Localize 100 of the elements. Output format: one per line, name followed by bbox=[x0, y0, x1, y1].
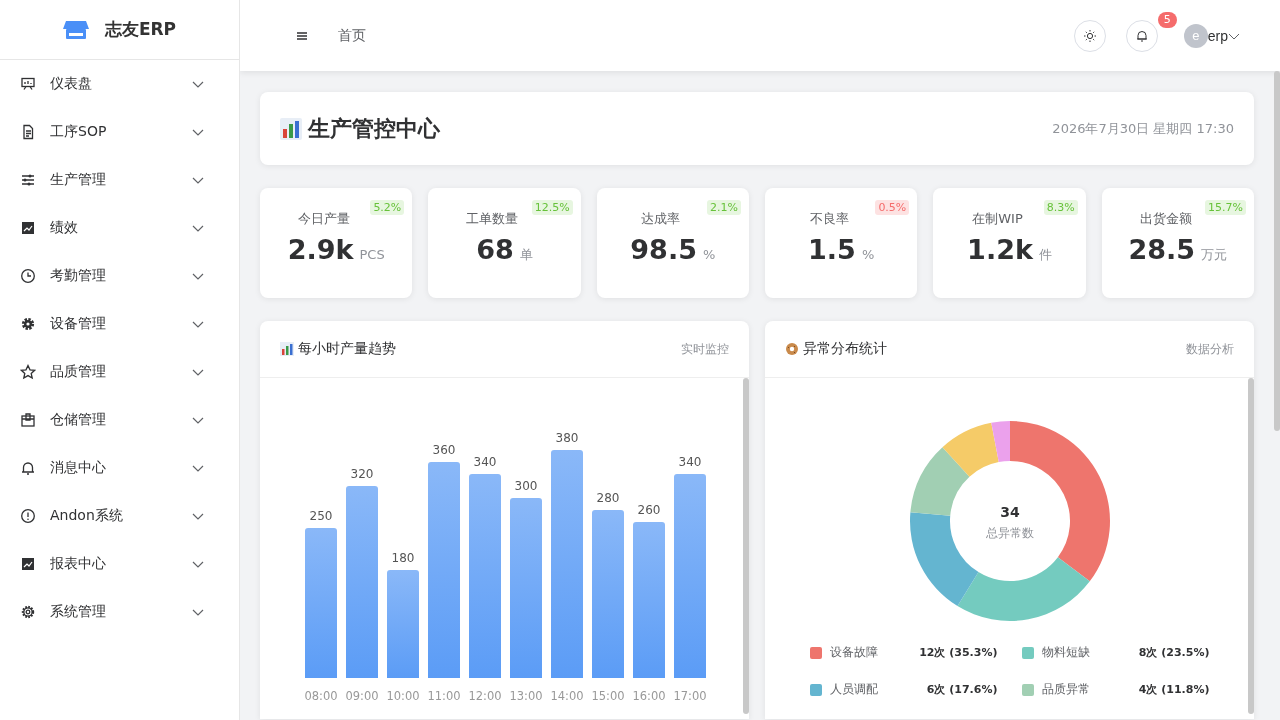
theme-button[interactable] bbox=[1073, 19, 1106, 52]
kpi-value: 98.5 bbox=[630, 234, 697, 265]
axis-label: 17:00 bbox=[672, 689, 707, 703]
axis-label: 08:00 bbox=[303, 689, 338, 703]
kpi-value: 68 bbox=[476, 234, 514, 265]
axis-label: 12:00 bbox=[467, 689, 502, 703]
bar-value-label: 380 bbox=[555, 431, 578, 445]
kpi-label: 出货金额 bbox=[1139, 210, 1192, 228]
menu-item[interactable]: 绩效 bbox=[0, 204, 239, 252]
axis-label: 16:00 bbox=[631, 689, 666, 703]
menu-item[interactable]: 考勤管理 bbox=[0, 252, 239, 300]
total-value: 34 bbox=[999, 504, 1020, 520]
panel-title: 异常分布统计 bbox=[803, 340, 888, 358]
menu-item[interactable]: 消息中心 bbox=[0, 444, 239, 492]
bar-value-label: 340 bbox=[678, 455, 701, 469]
axis-label: 09:00 bbox=[344, 689, 379, 703]
bell-icon bbox=[20, 460, 36, 476]
kpi-value: 1.5 bbox=[808, 234, 856, 265]
donut-icon bbox=[785, 342, 799, 356]
bar-chart-icon bbox=[280, 117, 302, 140]
bar-chart-icon bbox=[280, 342, 294, 356]
user-menu[interactable]: e erp bbox=[1183, 23, 1240, 48]
star-icon bbox=[20, 364, 36, 380]
axis-label: 10:00 bbox=[385, 689, 420, 703]
kpi-unit: PCS bbox=[359, 247, 385, 262]
legend-label: 品质异常 bbox=[1041, 681, 1091, 698]
notification-button[interactable] bbox=[1125, 19, 1158, 52]
axis-label: 13:00 bbox=[508, 689, 543, 703]
kpi-label: 工单数量 bbox=[466, 210, 519, 228]
menu-item[interactable]: 系统管理 bbox=[0, 588, 239, 636]
legend-count: 8次 (23.5%) bbox=[1138, 645, 1210, 660]
notification-badge: 5 bbox=[1157, 11, 1177, 28]
page-title: 生产管控中心 bbox=[308, 114, 441, 143]
kpi-value: 28.5 bbox=[1128, 234, 1196, 265]
menu-item[interactable]: Andon系统 bbox=[0, 492, 239, 540]
bar-value-label: 320 bbox=[350, 467, 373, 481]
bar-value-label: 360 bbox=[432, 443, 455, 457]
legend-label: 人员调配 bbox=[829, 681, 879, 698]
scrollbar[interactable] bbox=[743, 378, 749, 714]
avatar: e bbox=[1183, 23, 1208, 48]
settings-icon bbox=[20, 604, 36, 620]
change-badge: 15.7% bbox=[1205, 200, 1246, 215]
box-icon bbox=[20, 412, 36, 428]
menu-item[interactable]: 品质管理 bbox=[0, 348, 239, 396]
sliders-icon bbox=[20, 172, 36, 188]
menu-item[interactable]: 仓储管理 bbox=[0, 396, 239, 444]
total-label: 总异常数 bbox=[985, 526, 1034, 540]
legend-label: 物料短缺 bbox=[1041, 644, 1091, 661]
axis-label: 15:00 bbox=[590, 689, 625, 703]
bar-value-label: 300 bbox=[514, 479, 537, 493]
kpi-unit: % bbox=[702, 247, 716, 262]
panel-tag: 实时监控 bbox=[681, 340, 729, 358]
bar-value-label: 280 bbox=[596, 491, 619, 505]
kpi-label: 今日产量 bbox=[298, 210, 351, 228]
brand-name: 志友ERP bbox=[104, 18, 177, 41]
menu-item[interactable]: 生产管理 bbox=[0, 156, 239, 204]
menu-item[interactable]: 仪表盘 bbox=[0, 60, 239, 108]
menu-item[interactable]: 工序SOP bbox=[0, 108, 239, 156]
kpi-label: 不良率 bbox=[809, 210, 849, 228]
change-badge: 5.2% bbox=[370, 200, 405, 215]
kpi-value: 2.9k bbox=[287, 234, 354, 265]
panel-tag: 数据分析 bbox=[1186, 340, 1234, 358]
clock-icon bbox=[20, 268, 36, 284]
kpi-label: 在制WIP bbox=[972, 210, 1023, 228]
sun-icon bbox=[1082, 28, 1097, 43]
document-icon bbox=[20, 124, 36, 140]
kpi-label: 达成率 bbox=[641, 210, 681, 228]
menu-item[interactable]: 报表中心 bbox=[0, 540, 239, 588]
bar-value-label: 260 bbox=[637, 503, 660, 517]
kpi-unit: 件 bbox=[1038, 246, 1052, 264]
legend-count: 4次 (11.8%) bbox=[1138, 682, 1210, 697]
legend-count: 6次 (17.6%) bbox=[926, 682, 998, 697]
axis-label: 11:00 bbox=[426, 689, 461, 703]
change-badge: 8.3% bbox=[1043, 200, 1078, 215]
menu-item[interactable]: 设备管理 bbox=[0, 300, 239, 348]
kpi-unit: 万元 bbox=[1201, 246, 1228, 264]
bar-value-label: 340 bbox=[473, 455, 496, 469]
alert-icon bbox=[20, 508, 36, 524]
scrollbar[interactable] bbox=[1248, 378, 1254, 714]
line-chart-icon bbox=[20, 556, 36, 572]
legend-count: 12次 (35.3%) bbox=[919, 645, 998, 660]
axis-label: 14:00 bbox=[549, 689, 584, 703]
change-badge: 12.5% bbox=[531, 200, 573, 215]
bell-icon bbox=[1134, 29, 1149, 42]
easel-icon bbox=[20, 76, 36, 92]
scrollbar[interactable] bbox=[1274, 71, 1280, 431]
gear-icon bbox=[20, 316, 36, 332]
panel-title: 每小时产量趋势 bbox=[298, 340, 397, 358]
bar-value-label: 250 bbox=[309, 509, 332, 523]
bar-value-label: 180 bbox=[391, 551, 414, 565]
menu-icon[interactable] bbox=[296, 30, 308, 41]
kpi-unit: 单 bbox=[519, 246, 533, 264]
kpi-unit: % bbox=[861, 247, 875, 262]
change-badge: 0.5% bbox=[875, 200, 910, 215]
legend-label: 设备故障 bbox=[829, 644, 879, 661]
change-badge: 2.1% bbox=[707, 200, 741, 215]
breadcrumb[interactable]: 首页 bbox=[338, 26, 1044, 45]
store-logo-icon bbox=[62, 18, 89, 41]
date-time: 2026年7月30日 星期四 17:30 bbox=[1052, 119, 1234, 138]
kpi-value: 1.2k bbox=[967, 234, 1033, 265]
